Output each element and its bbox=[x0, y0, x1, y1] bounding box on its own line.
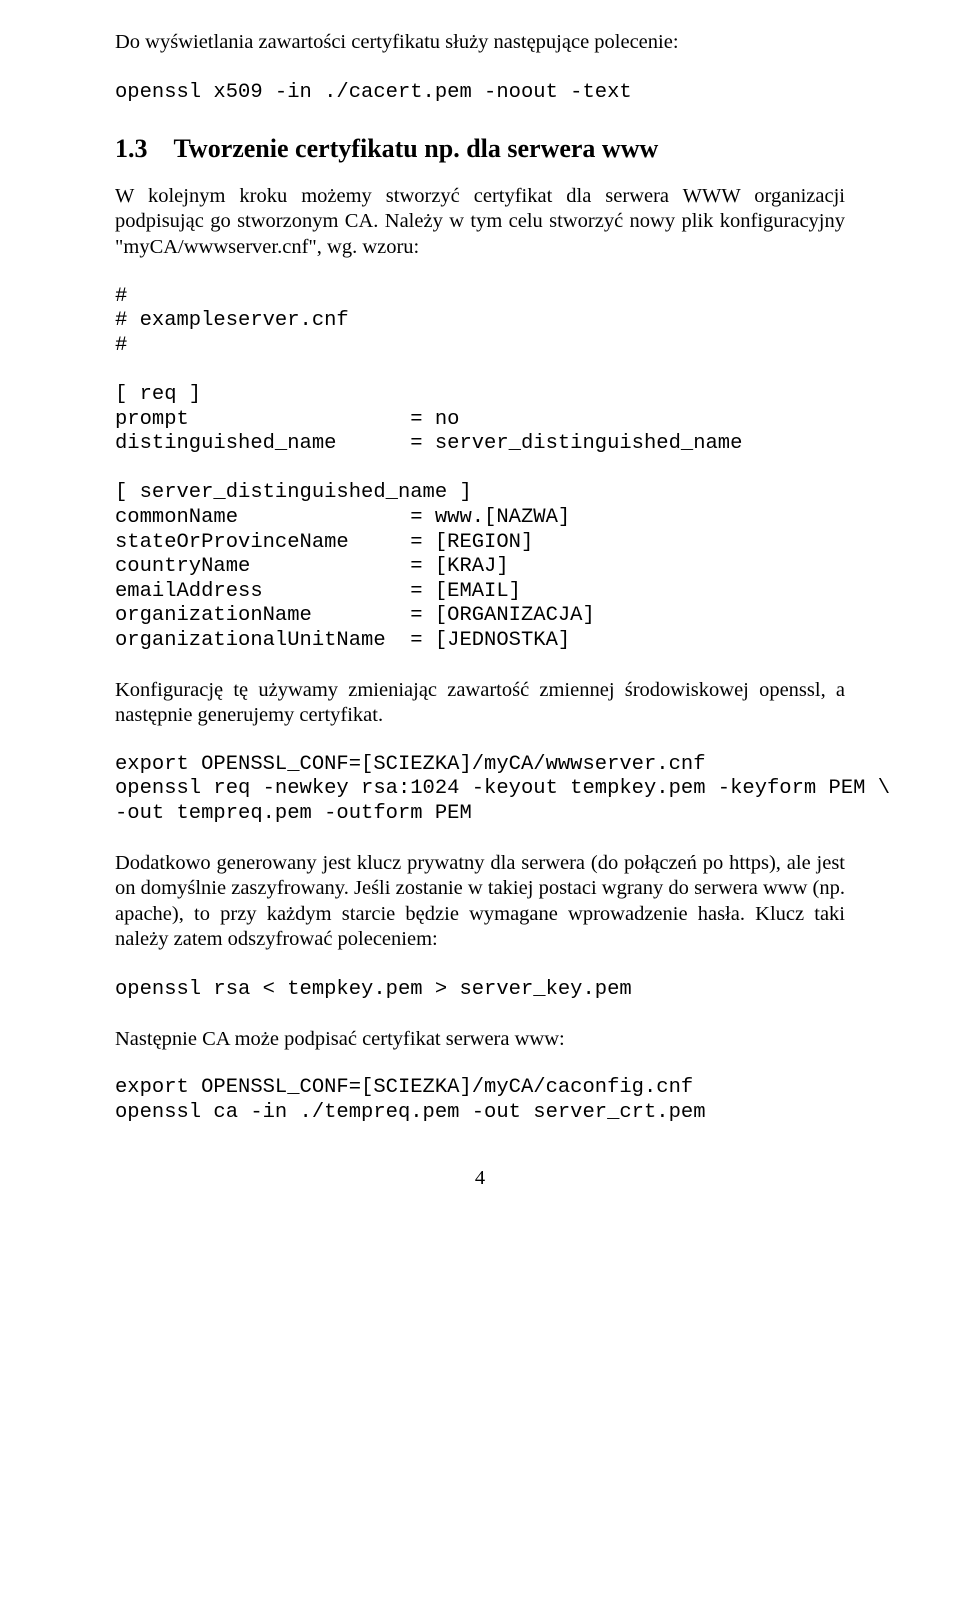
intro-paragraph: Do wyświetlania zawartości certyfikatu s… bbox=[115, 30, 845, 56]
command-decrypt-key: openssl rsa < tempkey.pem > server_key.p… bbox=[115, 977, 845, 1003]
config-file-listing: # # exampleserver.cnf # [ req ] prompt =… bbox=[115, 285, 845, 654]
command-generate-req: export OPENSSL_CONF=[SCIEZKA]/myCA/wwwse… bbox=[115, 753, 845, 827]
command-sign-cert: export OPENSSL_CONF=[SCIEZKA]/myCA/cacon… bbox=[115, 1076, 845, 1125]
section-intro: W kolejnym kroku możemy stworzyć certyfi… bbox=[115, 184, 845, 261]
private-key-paragraph: Dodatkowo generowany jest klucz prywatny… bbox=[115, 851, 845, 954]
sign-cert-paragraph: Następnie CA może podpisać certyfikat se… bbox=[115, 1027, 845, 1053]
page-number: 4 bbox=[115, 1166, 845, 1192]
command-show-cert: openssl x509 -in ./cacert.pem -noout -te… bbox=[115, 80, 845, 106]
section-heading: 1.3 Tworzenie certyfikatu np. dla serwera… bbox=[115, 133, 845, 166]
config-usage-paragraph: Konfigurację tę używamy zmieniając zawar… bbox=[115, 678, 845, 729]
section-number: 1.3 bbox=[115, 134, 148, 163]
document-page: Do wyświetlania zawartości certyfikatu s… bbox=[0, 0, 960, 1221]
section-title: Tworzenie certyfikatu np. dla serwera ww… bbox=[174, 134, 659, 163]
